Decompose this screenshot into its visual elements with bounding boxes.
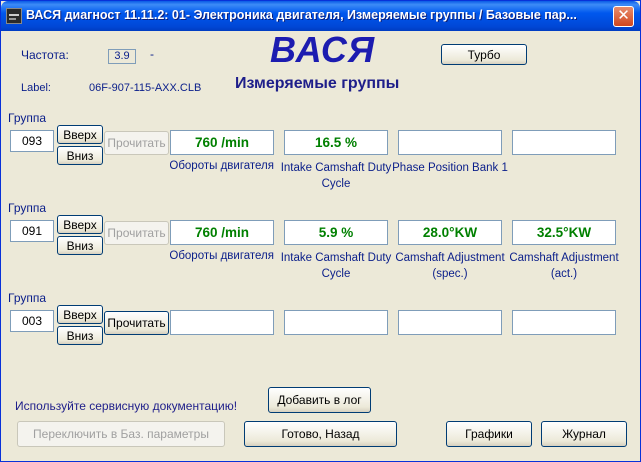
graphs-button[interactable]: Графики bbox=[446, 421, 532, 447]
group-number-input[interactable]: 003 bbox=[10, 310, 54, 332]
app-logo: ВАСЯ bbox=[270, 29, 376, 70]
frequency-value: 3.9 bbox=[108, 49, 136, 64]
value-description: Camshaft Adjustment (act.) bbox=[509, 252, 619, 280]
group-read-button[interactable]: Прочитать bbox=[104, 311, 169, 335]
journal-button[interactable]: Журнал bbox=[541, 421, 627, 447]
client-area: Частота: 3.9 - Label: 06F-907-115-AXX.CL… bbox=[4, 29, 638, 460]
frequency-label: Частота: bbox=[21, 48, 69, 62]
group-label: Группа bbox=[8, 291, 47, 305]
service-doc-note: Используйте сервисную документацию! bbox=[15, 399, 238, 413]
value-field: 760 /min bbox=[170, 130, 274, 155]
value-field bbox=[398, 310, 502, 335]
group-read-button[interactable]: Прочитать bbox=[104, 221, 169, 245]
value-field: 32.5°KW bbox=[512, 220, 616, 245]
app-icon bbox=[6, 8, 22, 24]
value-field bbox=[284, 310, 388, 335]
done-back-button[interactable]: Готово, Назад bbox=[244, 421, 397, 447]
label-file: 06F-907-115-AXX.CLB bbox=[89, 82, 202, 94]
value-field bbox=[512, 130, 616, 155]
add-to-log-button[interactable]: Добавить в лог bbox=[268, 387, 371, 413]
value-field: 16.5 % bbox=[284, 130, 388, 155]
group-down-button[interactable]: Вниз bbox=[57, 146, 103, 165]
group-label: Группа bbox=[8, 201, 47, 215]
value-field: 5.9 % bbox=[284, 220, 388, 245]
value-description: Обороты двигателя bbox=[170, 160, 274, 172]
turbo-button[interactable]: Турбо bbox=[441, 44, 527, 65]
close-button[interactable]: ✕ bbox=[613, 6, 634, 27]
group-number-input[interactable]: 093 bbox=[10, 130, 54, 152]
value-field bbox=[512, 310, 616, 335]
group-label: Группа bbox=[8, 111, 47, 125]
value-description: Intake Camshaft Duty Cycle bbox=[280, 162, 392, 190]
group-down-button[interactable]: Вниз bbox=[57, 236, 103, 255]
window-title: ВАСЯ диагност 11.11.2: 01- Электроника д… bbox=[26, 8, 577, 22]
switch-basic-params-button[interactable]: Переключить в Баз. параметры bbox=[17, 421, 225, 447]
group-down-button[interactable]: Вниз bbox=[57, 326, 103, 345]
value-description: Обороты двигателя bbox=[170, 250, 274, 262]
group-number-input[interactable]: 091 bbox=[10, 220, 54, 242]
label-caption: Label: bbox=[21, 82, 51, 94]
value-field bbox=[170, 310, 274, 335]
value-field bbox=[398, 130, 502, 155]
group-up-button[interactable]: Вверх bbox=[57, 305, 103, 324]
value-description: Phase Position Bank 1 bbox=[392, 162, 508, 174]
frequency-dash: - bbox=[150, 47, 154, 61]
group-up-button[interactable]: Вверх bbox=[57, 125, 103, 144]
value-description: Intake Camshaft Duty Cycle bbox=[280, 252, 392, 280]
group-read-button[interactable]: Прочитать bbox=[104, 131, 169, 155]
group-up-button[interactable]: Вверх bbox=[57, 215, 103, 234]
value-description: Camshaft Adjustment (spec.) bbox=[395, 252, 505, 280]
main-window: ВАСЯ диагност 11.11.2: 01- Электроника д… bbox=[0, 0, 641, 462]
value-field: 28.0°KW bbox=[398, 220, 502, 245]
page-title: Измеряемые группы bbox=[235, 75, 400, 92]
title-bar[interactable]: ВАСЯ диагност 11.11.2: 01- Электроника д… bbox=[1, 1, 640, 31]
value-field: 760 /min bbox=[170, 220, 274, 245]
